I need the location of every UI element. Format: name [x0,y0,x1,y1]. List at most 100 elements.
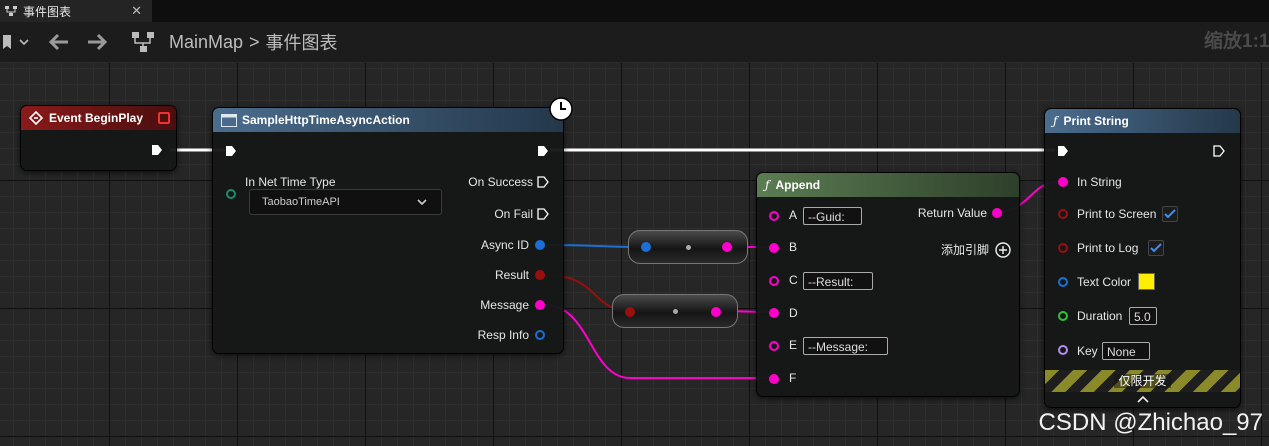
exec-in-pin[interactable] [1057,145,1069,157]
function-icon: ƒ [765,178,770,192]
key-pin[interactable] [1058,345,1068,355]
function-icon: ƒ [1053,114,1058,128]
append-c-input[interactable]: --Result: [803,272,873,290]
resp-info-pin[interactable] [535,330,545,340]
print-to-screen-checkbox[interactable] [1162,206,1178,222]
in-string-label: In String [1077,175,1122,189]
int-to-string-conversion-node[interactable] [628,230,748,264]
return-value-label: Return Value [917,206,987,220]
enum-to-string-conversion-node[interactable] [612,294,738,328]
event-beginplay-node[interactable]: Event BeginPlay [20,105,177,171]
async-action-node[interactable]: SampleHttpTimeAsyncAction In Net Time Ty… [212,97,573,354]
checkmark-icon [1150,243,1162,253]
append-b-label: B [789,240,798,254]
graph-icon [5,6,17,16]
append-c-pin[interactable] [769,276,779,286]
result-pin[interactable] [535,270,545,280]
text-color-swatch[interactable] [1138,273,1155,290]
window-icon [221,113,237,127]
chevron-down-icon [417,199,427,206]
exec-out-pin[interactable] [151,144,163,156]
development-only-label: 仅限开发 [1114,374,1171,388]
print-to-log-pin[interactable] [1058,243,1068,253]
exec-out-pin[interactable] [1213,145,1225,157]
append-d-pin[interactable] [769,308,779,318]
key-input[interactable]: None [1102,342,1150,360]
on-success-exec-pin[interactable] [537,176,549,188]
append-a-pin[interactable] [769,211,779,221]
arrow-right-icon [88,33,108,51]
append-e-pin[interactable] [769,341,779,351]
conversion-out-pin[interactable] [722,242,732,252]
append-d-label: D [789,306,798,320]
back-button[interactable] [48,22,70,62]
node-header: Event BeginPlay [21,106,176,130]
append-f-label: F [789,371,797,385]
zoom-label: 缩放1:1 [1204,31,1269,52]
append-c-label: C [789,273,798,287]
bookmark-dropdown[interactable] [2,22,30,62]
plus-circle-icon [995,241,1011,258]
append-a-label: A [789,208,798,222]
node-title: Print String [1063,114,1129,128]
print-string-node[interactable]: ƒ Print String In String Print to Screen… [1044,108,1241,408]
in-string-pin[interactable] [1058,177,1068,187]
conversion-dot [673,309,678,314]
in-net-time-type-label: In Net Time Type [245,175,336,189]
forward-button[interactable] [86,22,108,62]
arrow-left-icon [48,33,68,51]
print-to-screen-pin[interactable] [1058,209,1068,219]
conversion-in-pin[interactable] [641,242,651,252]
duration-input[interactable]: 5.0 [1129,307,1157,325]
append-e-input[interactable]: --Message: [803,337,888,355]
print-to-screen-label: Print to Screen [1077,207,1157,221]
event-icon [29,111,43,125]
return-value-pin[interactable] [992,208,1002,218]
on-success-label: On Success [468,175,533,189]
chevron-up-icon[interactable] [1137,395,1149,403]
bookmark-icon [3,35,11,49]
checkmark-icon [1164,209,1176,219]
tab-bar: 事件图表 ✕ [0,0,1269,22]
node-header: ƒ Append [757,173,1019,197]
add-pin-button[interactable]: 添加引脚 [941,241,1011,258]
dropdown-value: TaobaoTimeAPI [262,196,340,208]
node-header: ƒ Print String [1045,109,1240,133]
enum-in-pin[interactable] [226,189,236,199]
node-header: SampleHttpTimeAsyncAction [213,108,563,132]
append-node[interactable]: ƒ Append A --Guid: B C --Result: D E --M… [756,172,1020,397]
append-e-label: E [789,338,798,352]
delegate-pin-icon[interactable] [158,112,170,124]
in-net-time-type-dropdown[interactable]: TaobaoTimeAPI [249,189,442,215]
resp-info-label: Resp Info [477,328,529,342]
breadcrumb-map[interactable]: MainMap [169,32,243,53]
close-icon[interactable]: ✕ [131,3,142,19]
text-color-pin[interactable] [1058,277,1068,287]
async-id-label: Async ID [480,238,529,252]
duration-label: Duration [1077,309,1123,323]
node-title: Append [775,178,821,192]
append-f-pin[interactable] [769,374,779,384]
node-title: Event BeginPlay [49,111,144,125]
print-to-log-checkbox[interactable] [1148,240,1164,256]
breadcrumb-separator: > [249,31,260,52]
add-pin-label: 添加引脚 [940,243,989,257]
exec-then-pin[interactable] [537,145,549,157]
on-fail-exec-pin[interactable] [537,208,549,220]
conversion-in-pin[interactable] [625,307,635,317]
chevron-down-icon [19,39,29,46]
text-color-label: Text Color [1077,275,1132,289]
exec-in-pin[interactable] [225,145,237,157]
duration-pin[interactable] [1058,311,1068,321]
tab-event-graph[interactable]: 事件图表 ✕ [0,0,152,22]
development-only-banner: 仅限开发 [1045,370,1240,392]
message-pin[interactable] [535,300,545,310]
append-b-pin[interactable] [769,243,779,253]
breadcrumb-graph: 事件图表 [265,33,338,53]
key-label: Key [1077,344,1098,358]
append-a-input[interactable]: --Guid: [803,207,862,225]
conversion-dot [686,245,691,250]
print-to-log-label: Print to Log [1077,241,1139,255]
conversion-out-pin[interactable] [711,307,721,317]
async-id-pin[interactable] [535,240,545,250]
